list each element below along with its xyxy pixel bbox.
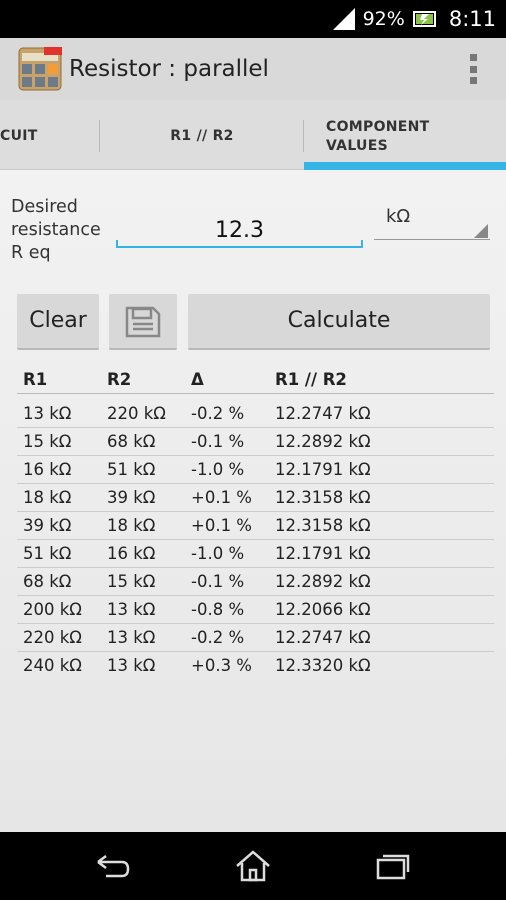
cell-r2: 13 kΩ xyxy=(107,600,156,619)
calculate-button[interactable]: Calculate xyxy=(188,294,490,350)
table-row: 18 kΩ 39 kΩ +0.1 % 12.3158 kΩ xyxy=(0,484,506,512)
tab-circuit[interactable]: CUIT xyxy=(0,100,100,170)
cell-parallel: 12.2747 kΩ xyxy=(275,628,371,647)
cell-parallel: 12.1791 kΩ xyxy=(275,544,371,563)
cell-r1: 51 kΩ xyxy=(23,544,72,563)
cell-r2: 39 kΩ xyxy=(107,488,156,507)
header-divider xyxy=(17,393,494,394)
cell-r1: 200 kΩ xyxy=(23,600,82,619)
status-bar: 92% 8:11 xyxy=(0,0,506,38)
header-r2: R2 xyxy=(107,370,132,389)
clock: 8:11 xyxy=(448,7,496,31)
tab-r1-r2-label: R1 // R2 xyxy=(170,128,234,144)
table-row: 240 kΩ 13 kΩ +0.3 % 12.3320 kΩ xyxy=(0,652,506,680)
cell-parallel: 12.2066 kΩ xyxy=(275,600,371,619)
table-row: 68 kΩ 15 kΩ -0.1 % 12.2892 kΩ xyxy=(0,568,506,596)
tab-selected-indicator xyxy=(304,162,506,170)
cell-delta: +0.1 % xyxy=(191,516,252,535)
cell-r2: 15 kΩ xyxy=(107,572,156,591)
cell-delta: -0.8 % xyxy=(191,600,245,619)
cell-parallel: 12.3320 kΩ xyxy=(275,656,371,675)
cell-r2: 51 kΩ xyxy=(107,460,156,479)
cell-r2: 68 kΩ xyxy=(107,432,156,451)
overflow-menu-icon[interactable] xyxy=(468,54,478,84)
cell-delta: +0.1 % xyxy=(191,488,252,507)
header-r1: R1 xyxy=(23,370,48,389)
cell-r2: 18 kΩ xyxy=(107,516,156,535)
dropdown-arrow-icon xyxy=(474,224,488,238)
cell-parallel: 12.3158 kΩ xyxy=(275,488,371,507)
signal-icon xyxy=(332,8,355,30)
app-icon[interactable] xyxy=(18,47,62,91)
recent-apps-icon[interactable] xyxy=(374,848,414,884)
cell-r2: 220 kΩ xyxy=(107,404,166,423)
table-row: 200 kΩ 13 kΩ -0.8 % 12.2066 kΩ xyxy=(0,596,506,624)
tab-component-values[interactable]: COMPONENT VALUES xyxy=(304,100,506,170)
cell-parallel: 12.3158 kΩ xyxy=(275,516,371,535)
page-title: Resistor : parallel xyxy=(69,56,269,82)
resistance-input-underline xyxy=(116,240,363,248)
cell-delta: -0.1 % xyxy=(191,432,245,451)
cell-r1: 18 kΩ xyxy=(23,488,72,507)
unit-dropdown[interactable]: kΩ xyxy=(374,200,490,240)
cell-delta: -0.1 % xyxy=(191,572,245,591)
cell-delta: -0.2 % xyxy=(191,404,245,423)
save-button[interactable] xyxy=(109,294,177,350)
table-row: 220 kΩ 13 kΩ -0.2 % 12.2747 kΩ xyxy=(0,624,506,652)
table-row: 16 kΩ 51 kΩ -1.0 % 12.1791 kΩ xyxy=(0,456,506,484)
cell-r2: 13 kΩ xyxy=(107,628,156,647)
tab-component-values-label: COMPONENT VALUES xyxy=(326,119,430,154)
cell-delta: -0.2 % xyxy=(191,628,245,647)
clear-button[interactable]: Clear xyxy=(17,294,99,350)
cell-delta: -1.0 % xyxy=(191,460,245,479)
home-icon[interactable] xyxy=(233,848,273,884)
table-row: 39 kΩ 18 kΩ +0.1 % 12.3158 kΩ xyxy=(0,512,506,540)
tab-r1-r2[interactable]: R1 // R2 xyxy=(100,100,304,170)
navigation-bar xyxy=(0,832,506,900)
cell-r1: 13 kΩ xyxy=(23,404,72,423)
table-header: R1 R2 Δ R1 // R2 xyxy=(0,366,506,394)
tab-circuit-label: CUIT xyxy=(0,128,38,144)
cell-r1: 16 kΩ xyxy=(23,460,72,479)
header-delta: Δ xyxy=(191,370,204,389)
cell-r1: 220 kΩ xyxy=(23,628,82,647)
battery-icon xyxy=(412,11,436,27)
cell-parallel: 12.2747 kΩ xyxy=(275,404,371,423)
back-icon[interactable] xyxy=(94,848,134,884)
cell-parallel: 12.2892 kΩ xyxy=(275,432,371,451)
table-row: 13 kΩ 220 kΩ -0.2 % 12.2747 kΩ xyxy=(0,400,506,428)
cell-r2: 13 kΩ xyxy=(107,656,156,675)
header-parallel: R1 // R2 xyxy=(275,370,347,389)
cell-parallel: 12.1791 kΩ xyxy=(275,460,371,479)
cell-r1: 68 kΩ xyxy=(23,572,72,591)
table-row: 51 kΩ 16 kΩ -1.0 % 12.1791 kΩ xyxy=(0,540,506,568)
cell-delta: +0.3 % xyxy=(191,656,252,675)
cell-parallel: 12.2892 kΩ xyxy=(275,572,371,591)
save-icon xyxy=(125,306,161,338)
table-row: 15 kΩ 68 kΩ -0.1 % 12.2892 kΩ xyxy=(0,428,506,456)
cell-r2: 16 kΩ xyxy=(107,544,156,563)
cell-delta: -1.0 % xyxy=(191,544,245,563)
unit-value: kΩ xyxy=(386,206,411,227)
cell-r1: 15 kΩ xyxy=(23,432,72,451)
battery-percent: 92% xyxy=(362,8,405,30)
tab-bar: CUIT R1 // R2 COMPONENT VALUES xyxy=(0,100,506,170)
cell-r1: 240 kΩ xyxy=(23,656,82,675)
cell-r1: 39 kΩ xyxy=(23,516,72,535)
desired-resistance-label: Desired resistance R eq xyxy=(11,197,101,263)
main-content: Desired resistance R eq kΩ Clear Calcula… xyxy=(0,170,506,832)
action-bar: Resistor : parallel xyxy=(0,38,506,100)
